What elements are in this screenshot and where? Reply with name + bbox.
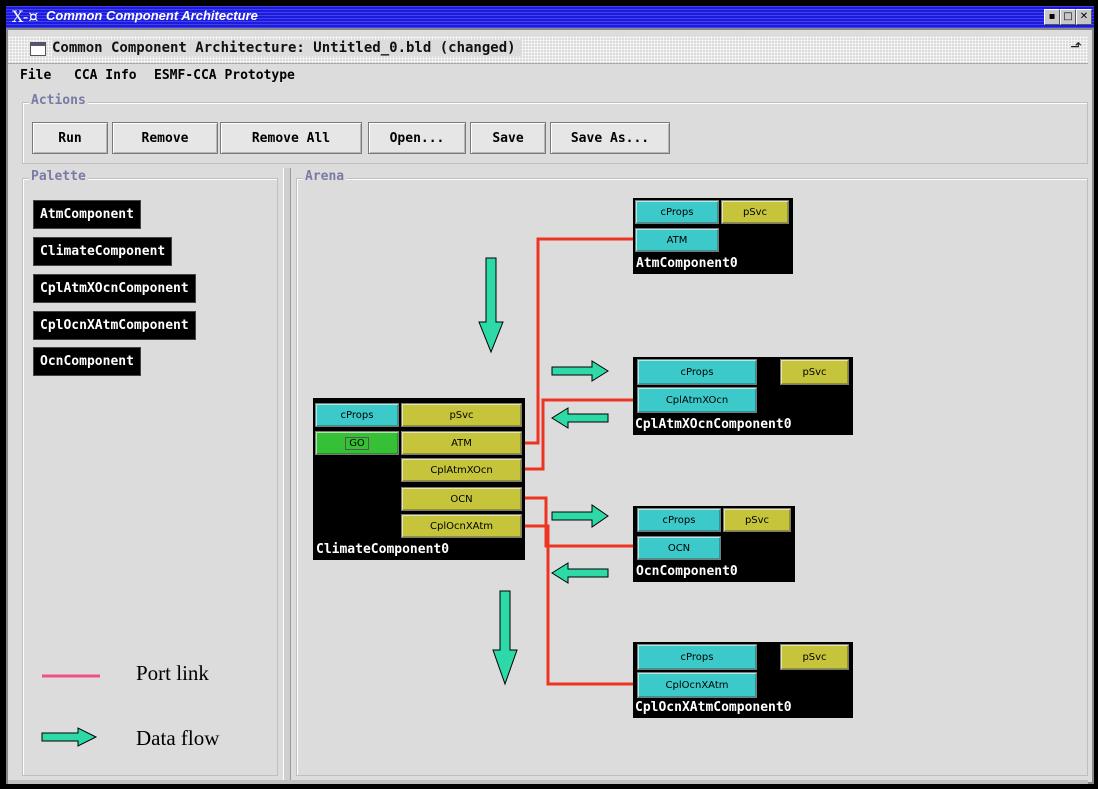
legend-port-link: Port link — [136, 661, 209, 685]
remove-all-button[interactable]: Remove All — [220, 122, 362, 154]
status-bar — [8, 780, 1088, 784]
palette-item-atm[interactable]: AtmComponent — [33, 200, 141, 229]
climate-uses-cplatmxocn[interactable]: CplAtmXOcn — [401, 458, 522, 482]
palette-item-cplocnxatm[interactable]: CplOcnXAtmComponent — [33, 311, 196, 340]
climate-psvc-port[interactable]: pSvc — [401, 403, 522, 427]
ocn-psvc-port[interactable]: pSvc — [723, 508, 791, 532]
climate-uses-cplocnxatm[interactable]: CplOcnXAtm — [401, 514, 522, 538]
palette-label: Palette — [29, 169, 88, 184]
climate-uses-ocn[interactable]: OCN — [401, 487, 522, 511]
run-button[interactable]: Run — [32, 122, 108, 154]
actions-label: Actions — [29, 93, 88, 108]
x-logo-icon: X-¤ — [12, 7, 39, 26]
climate-go-port[interactable]: GO — [315, 431, 399, 455]
cplatm-cprops-port[interactable]: cProps — [637, 359, 757, 385]
atm-psvc-port[interactable]: pSvc — [721, 200, 789, 224]
restore-icon[interactable]: ⬏ — [1070, 39, 1082, 55]
cplatm-provides-port[interactable]: CplAtmXOcn — [637, 387, 757, 413]
x-window-titlebar[interactable]: X-¤ Common Component Architecture ▪ □ ✕ — [6, 6, 1094, 28]
x-window-title: Common Component Architecture — [46, 8, 258, 23]
open-button[interactable]: Open... — [368, 122, 466, 154]
cplocnxatm-component-name: CplOcnXAtmComponent0 — [635, 700, 792, 715]
split-pane-divider[interactable] — [283, 168, 291, 780]
ocn-cprops-port[interactable]: cProps — [637, 508, 721, 532]
cplocn-cprops-port[interactable]: cProps — [637, 644, 757, 670]
palette-item-cplatmxocn[interactable]: CplAtmXOcnComponent — [33, 274, 196, 303]
close-icon[interactable]: ✕ — [1076, 9, 1092, 25]
save-as-button[interactable]: Save As... — [550, 122, 670, 154]
remove-button[interactable]: Remove — [112, 122, 218, 154]
cplatmxocn-component-name: CplAtmXOcnComponent0 — [635, 417, 792, 432]
atm-provides-atm[interactable]: ATM — [635, 228, 719, 252]
arena-label: Arena — [303, 169, 347, 184]
climate-cprops-port[interactable]: cProps — [315, 403, 399, 427]
legend-data-flow: Data flow — [136, 726, 220, 750]
maximize-icon[interactable]: □ — [1060, 9, 1076, 25]
climate-uses-atm[interactable]: ATM — [401, 431, 522, 455]
atm-cprops-port[interactable]: cProps — [635, 200, 719, 224]
cplatm-psvc-port[interactable]: pSvc — [780, 359, 849, 385]
minimize-icon[interactable]: ▪ — [1044, 9, 1060, 25]
window-titlebar[interactable]: Common Component Architecture: Untitled_… — [8, 36, 1088, 64]
go-label: GO — [345, 436, 369, 450]
ocn-provides-ocn[interactable]: OCN — [637, 536, 721, 560]
climate-component-name: ClimateComponent0 — [316, 542, 450, 557]
atm-component-name: AtmComponent0 — [636, 256, 738, 271]
menu-file[interactable]: File — [20, 68, 51, 83]
window-title: Common Component Architecture: Untitled_… — [52, 40, 522, 56]
save-button[interactable]: Save — [470, 122, 546, 154]
palette-item-ocn[interactable]: OcnComponent — [33, 347, 141, 376]
menu-bar: File CCA Info ESMF-CCA Prototype — [8, 66, 1088, 88]
cplocn-psvc-port[interactable]: pSvc — [780, 644, 849, 670]
palette-item-climate[interactable]: ClimateComponent — [33, 237, 173, 266]
palette-panel: Palette — [22, 169, 278, 776]
window-icon — [30, 42, 46, 56]
menu-cca-info[interactable]: CCA Info — [74, 68, 137, 83]
ocn-component-name: OcnComponent0 — [636, 564, 738, 579]
cplocn-provides-port[interactable]: CplOcnXAtm — [637, 672, 757, 698]
menu-esmf-cca-prototype[interactable]: ESMF-CCA Prototype — [154, 68, 295, 83]
